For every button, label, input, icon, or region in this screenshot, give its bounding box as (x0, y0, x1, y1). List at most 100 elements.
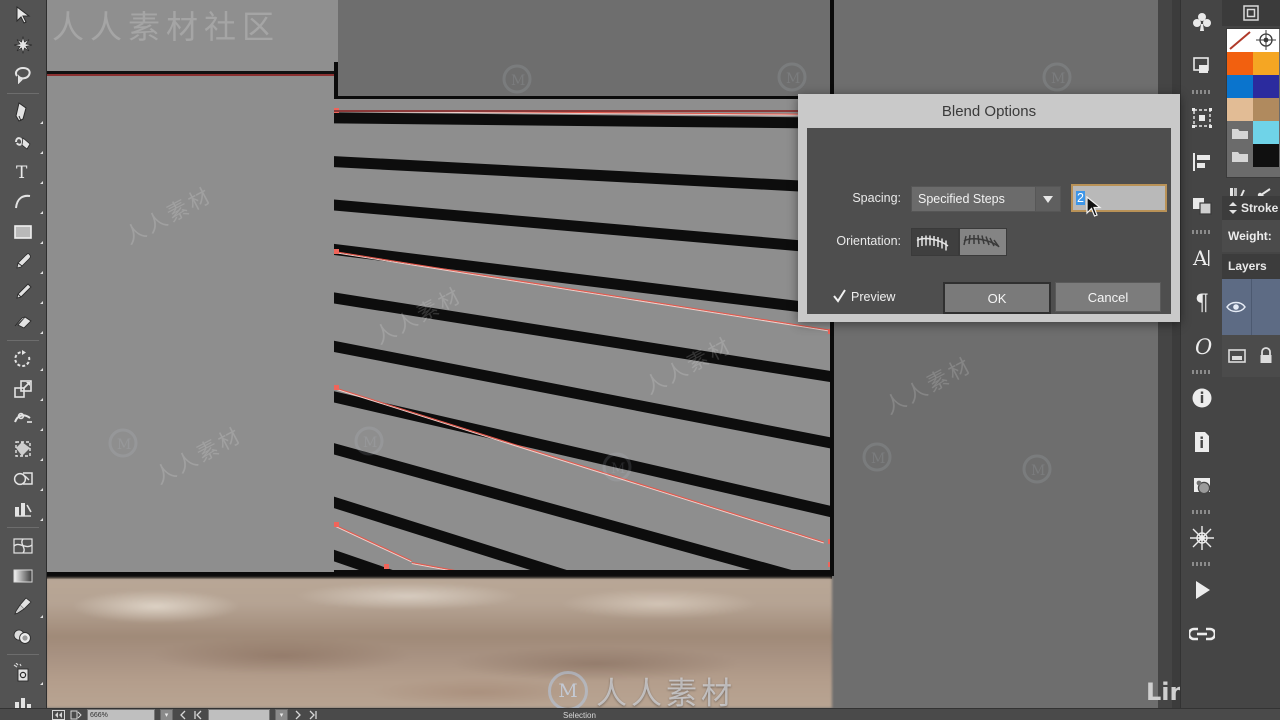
swatch-indigo[interactable] (1253, 75, 1279, 98)
swatch-tan[interactable] (1227, 98, 1253, 121)
mesh-tool[interactable] (0, 531, 46, 561)
arc-tool[interactable] (0, 187, 46, 217)
svg-text:¶: ¶ (1195, 291, 1209, 314)
path-anchor-point (384, 564, 389, 569)
swatch-row[interactable] (1227, 144, 1280, 167)
pen-tool[interactable] (0, 97, 46, 127)
chevron-down-icon[interactable] (1035, 187, 1060, 211)
swatch-row[interactable] (1227, 52, 1280, 75)
swatch-row[interactable] (1227, 29, 1280, 52)
character-panel-icon[interactable]: A (1181, 236, 1223, 280)
folder-icon (1232, 128, 1248, 139)
magic-wand-tool[interactable] (0, 30, 46, 60)
zoom-stepper[interactable]: ▾ (160, 709, 173, 720)
status-bar[interactable]: 666% ▾ ▾ Selection (0, 708, 1280, 720)
stroke-panel-body[interactable]: Weight: (1222, 220, 1280, 252)
scale-tool[interactable] (0, 374, 46, 404)
blend-options-dialog[interactable]: Blend Options Spacing: Specified Steps 2… (798, 94, 1180, 322)
gradient-tool[interactable] (0, 561, 46, 591)
align-panel-icon[interactable] (1181, 140, 1223, 184)
free-transform-tool[interactable] (0, 434, 46, 464)
dialog-title: Blend Options (941, 103, 1037, 120)
selection-tool[interactable] (0, 0, 46, 30)
curvature-tool[interactable] (0, 127, 46, 157)
layers-panel-title: Layers (1228, 259, 1267, 273)
lasso-tool[interactable] (0, 60, 46, 90)
shape-builder-tool[interactable] (0, 464, 46, 494)
first-page-icon[interactable] (193, 710, 203, 720)
stroke-weight-label: Weight: (1228, 229, 1272, 243)
next-artboard-icon[interactable] (70, 710, 82, 720)
eraser-tool[interactable] (0, 307, 46, 337)
pencil-tool[interactable] (0, 277, 46, 307)
pathfinder-panel-icon[interactable] (1181, 184, 1223, 228)
tools-panel[interactable]: T (0, 0, 47, 715)
swatch-none[interactable] (1227, 29, 1253, 52)
placed-photo-image[interactable] (46, 578, 832, 708)
separate-panel-icon[interactable] (1181, 612, 1223, 656)
layers-panel-footer[interactable] (1222, 335, 1280, 377)
swatch-black[interactable] (1253, 144, 1279, 167)
orientation-align-to-page-button[interactable] (911, 228, 959, 256)
rectangle-tool[interactable] (0, 217, 46, 247)
spacing-label: Spacing: (852, 191, 901, 205)
paragraph-panel-icon[interactable]: ¶ (1181, 280, 1223, 324)
blend-tool[interactable] (0, 621, 46, 651)
type-tool[interactable]: T (0, 157, 46, 187)
page-field[interactable] (208, 709, 270, 720)
swatch-row[interactable] (1227, 98, 1280, 121)
eyedropper-tool[interactable] (0, 591, 46, 621)
ok-button[interactable]: OK (943, 282, 1051, 314)
swatch-row[interactable] (1227, 75, 1280, 98)
layers-panel[interactable]: Layers (1222, 254, 1280, 377)
swatch-group-folder[interactable] (1227, 144, 1253, 167)
swatch-orange[interactable] (1253, 52, 1279, 75)
panel-icon-rail[interactable]: A ¶ O (1180, 0, 1223, 708)
symbol-sprayer-tool[interactable] (0, 658, 46, 688)
swatch-row[interactable] (1227, 121, 1280, 144)
rail-divider (1181, 228, 1223, 236)
rotate-tool[interactable] (0, 344, 46, 374)
swatch-brown[interactable] (1253, 98, 1279, 121)
opentype-panel-icon[interactable]: O (1181, 324, 1223, 368)
illustrator-window: 人人素材社区 M M M M M M M M 人人素材 人人素材 人人素材 人人… (0, 0, 1280, 720)
layers-panel-header[interactable]: Layers (1222, 254, 1280, 278)
symbols-panel-icon[interactable] (1181, 44, 1223, 88)
attributes-panel-icon[interactable] (1181, 420, 1223, 464)
docked-panels[interactable]: Stroke Weight: Layers (1222, 0, 1280, 708)
column-graph-tool[interactable] (0, 494, 46, 524)
width-tool[interactable] (0, 404, 46, 434)
lock-toggle[interactable] (1251, 347, 1280, 365)
transform-panel-icon[interactable] (1181, 96, 1223, 140)
stroke-panel-header[interactable]: Stroke (1222, 196, 1280, 220)
links-panel-icon[interactable] (1181, 464, 1223, 508)
artboard-nav-icon[interactable] (52, 710, 65, 720)
actions-panel-icon[interactable] (1181, 568, 1223, 612)
preview-checkbox[interactable] (833, 289, 846, 303)
last-page-icon[interactable] (308, 710, 318, 720)
swatch-group-folder[interactable] (1227, 121, 1253, 144)
swatch-registration[interactable] (1253, 29, 1279, 52)
prev-page-icon[interactable] (178, 710, 188, 720)
zoom-level-input[interactable]: 666% (87, 709, 155, 720)
swatch-blue[interactable] (1227, 75, 1253, 98)
cancel-button[interactable]: Cancel (1055, 282, 1161, 312)
next-page-icon[interactable] (293, 710, 303, 720)
spacing-select[interactable]: Specified Steps (911, 186, 1061, 212)
brushes-panel-icon[interactable] (1181, 0, 1223, 44)
blend-stripes-group[interactable] (334, 96, 834, 576)
layer-thumbnail[interactable] (1250, 279, 1280, 335)
layer-row[interactable] (1222, 278, 1280, 335)
swatches-panel[interactable] (1226, 28, 1280, 178)
swatch-cyan[interactable] (1253, 121, 1279, 144)
flare-panel-icon[interactable] (1181, 516, 1223, 560)
orientation-align-to-path-button[interactable] (959, 228, 1007, 256)
swatch-orange-red[interactable] (1227, 52, 1253, 75)
page-stepper[interactable]: ▾ (275, 709, 288, 720)
make-mask-button[interactable] (1222, 348, 1251, 364)
paintbrush-tool[interactable] (0, 247, 46, 277)
preview-checkbox-row[interactable]: Preview (833, 289, 895, 304)
layer-visibility-toggle[interactable] (1222, 279, 1251, 335)
document-info-panel-icon[interactable] (1181, 376, 1223, 420)
panel-collapse-header[interactable] (1222, 0, 1280, 26)
